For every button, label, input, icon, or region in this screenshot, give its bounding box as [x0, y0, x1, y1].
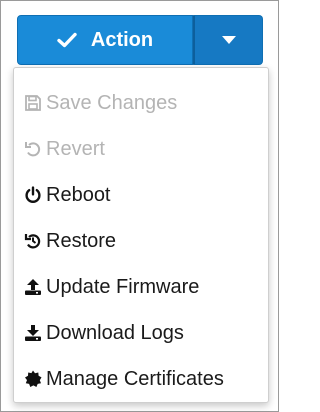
menu-item-revert[interactable]: Revert — [14, 126, 268, 172]
power-icon — [22, 184, 44, 206]
action-button-group: Action — [17, 15, 263, 65]
check-icon — [57, 32, 77, 48]
menu-item-label: Manage Certificates — [46, 367, 224, 390]
restore-icon — [22, 230, 44, 252]
menu-item-reboot[interactable]: Reboot — [14, 172, 268, 218]
undo-icon — [22, 138, 44, 160]
dropdown-screenshot-frame: Action Save Changes Revert Reboot Restor… — [0, 0, 279, 412]
menu-item-manage-certificates[interactable]: Manage Certificates — [14, 356, 268, 402]
certificate-icon — [22, 368, 44, 390]
menu-item-download-logs[interactable]: Download Logs — [14, 310, 268, 356]
menu-item-label: Save Changes — [46, 91, 178, 114]
menu-item-label: Revert — [46, 137, 105, 160]
download-icon — [22, 322, 44, 344]
action-dropdown-toggle[interactable] — [193, 15, 263, 65]
action-dropdown-menu: Save Changes Revert Reboot Restore Updat… — [13, 67, 269, 403]
save-icon — [22, 92, 44, 114]
upload-icon — [22, 276, 44, 298]
menu-item-update-firmware[interactable]: Update Firmware — [14, 264, 268, 310]
menu-item-label: Restore — [46, 229, 117, 252]
menu-item-restore[interactable]: Restore — [14, 218, 268, 264]
action-button[interactable]: Action — [17, 15, 193, 65]
caret-down-icon — [221, 36, 236, 44]
menu-item-label: Download Logs — [46, 321, 184, 344]
menu-item-label: Reboot — [46, 183, 111, 206]
action-button-label: Action — [90, 28, 154, 51]
menu-item-save-changes[interactable]: Save Changes — [14, 80, 268, 126]
menu-item-label: Update Firmware — [46, 275, 200, 298]
